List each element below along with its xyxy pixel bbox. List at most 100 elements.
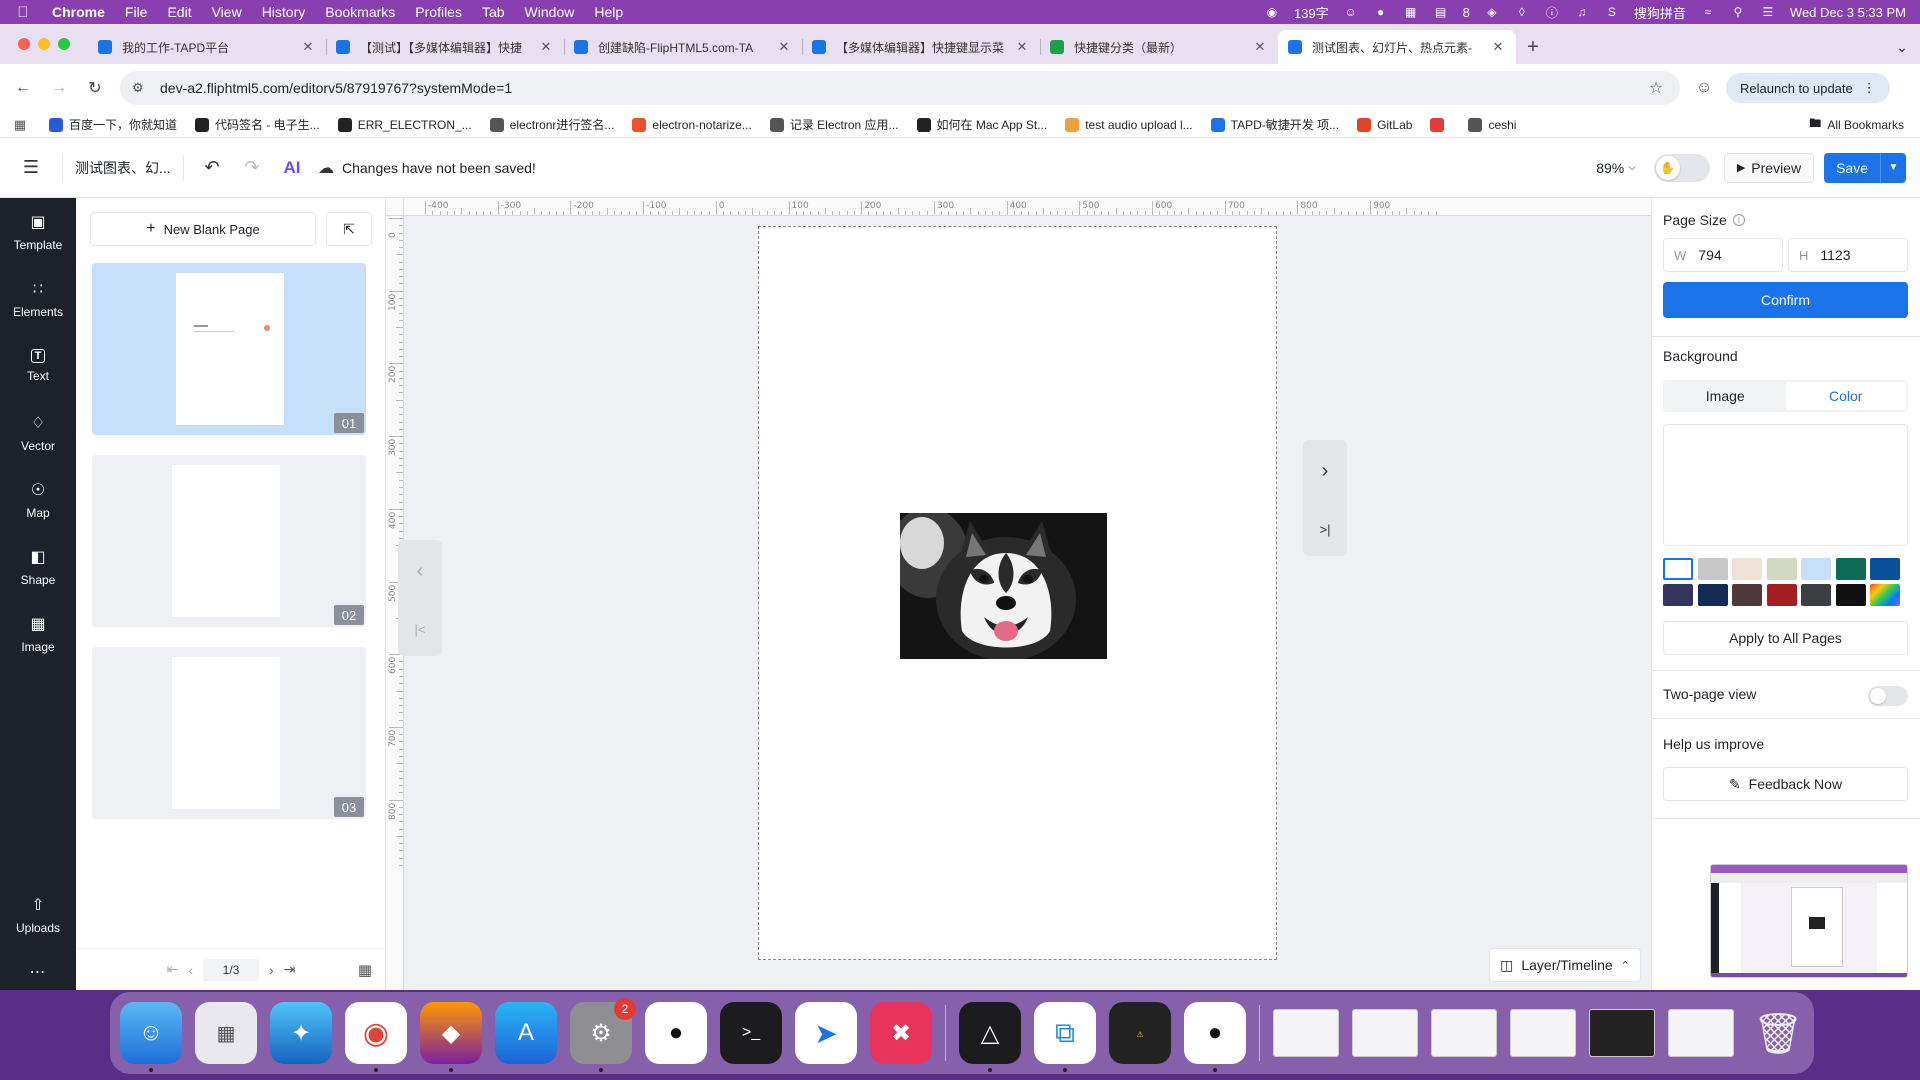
tab-close-icon[interactable]: ✕ [1252, 39, 1268, 55]
menu-view[interactable]: View [202, 4, 252, 20]
redo-button[interactable]: ↷ [232, 152, 272, 184]
minimized-window[interactable] [1668, 1009, 1734, 1057]
bookmark-item[interactable]: ERR_ELECTRON_... [329, 117, 481, 132]
browser-tab[interactable]: 快捷键分类（最新） ✕ [1040, 30, 1278, 64]
zoom-window-button[interactable] [58, 38, 70, 50]
bookmark-item[interactable]: 记录 Electron 应用... [761, 116, 908, 133]
bookmark-item[interactable]: 百度一下，你就知道 [40, 116, 186, 133]
zoom-select[interactable]: 89% ⌵ [1596, 160, 1636, 176]
menu-app-name[interactable]: Chrome [46, 4, 115, 20]
record-icon[interactable]: ◉ [1264, 5, 1280, 19]
tab-close-icon[interactable]: ✕ [1014, 39, 1030, 55]
rail-vector[interactable]: ♢ Vector [0, 399, 76, 466]
keyboard-icon[interactable]: ▦ [1403, 5, 1419, 19]
menu-window[interactable]: Window [515, 4, 585, 20]
last-page-icon[interactable]: ⇥ [284, 961, 296, 978]
browser-tab[interactable]: 【测试】【多媒体编辑器】快捷 ✕ [326, 30, 564, 64]
import-page-icon[interactable]: ⇱ [326, 212, 372, 246]
bookmark-item[interactable]: electron-notarize... [623, 117, 760, 132]
color-swatch[interactable] [1801, 558, 1831, 580]
hamburger-menu-icon[interactable]: ☰ [0, 157, 62, 178]
prev-page-icon[interactable]: ‹ [188, 962, 193, 978]
profile-icon[interactable]: ☺ [1688, 72, 1720, 104]
wifi-icon[interactable]: ≈ [1700, 5, 1716, 19]
prev-page-nav[interactable]: ‹ |< [398, 540, 442, 656]
two-page-view-toggle[interactable] [1868, 686, 1908, 706]
relaunch-button[interactable]: Relaunch to update ⋮ [1726, 73, 1890, 103]
trash-icon[interactable]: 🗑 [1747, 1002, 1809, 1064]
rail-shape[interactable]: ◧ Shape [0, 533, 76, 600]
menu-history[interactable]: History [252, 4, 316, 20]
layer-timeline-button[interactable]: ◫ Layer/Timeline ⌃ [1489, 948, 1641, 982]
new-blank-page-button[interactable]: + New Blank Page [90, 212, 316, 246]
document-title[interactable]: 测试图表、幻... [63, 158, 183, 178]
menu-profiles[interactable]: Profiles [405, 4, 472, 20]
close-window-button[interactable] [18, 38, 30, 50]
back-button[interactable]: ← [6, 71, 40, 105]
app-store-icon[interactable]: A [495, 1002, 557, 1064]
tab-color[interactable]: Color [1785, 382, 1906, 410]
vscode-icon[interactable]: ⧉ [1034, 1002, 1096, 1072]
apply-to-all-pages-button[interactable]: Apply to All Pages [1663, 621, 1908, 655]
color-swatch[interactable] [1835, 584, 1866, 606]
undo-button[interactable]: ↶ [192, 152, 232, 184]
save-button[interactable]: Save [1824, 153, 1880, 183]
color-swatch[interactable] [1870, 558, 1900, 580]
grid-status-icon[interactable]: ▤ [1433, 5, 1449, 19]
more-dots-icon[interactable]: ⋯ [0, 948, 76, 982]
page-thumbnail-1[interactable]: 01 [92, 263, 366, 435]
browser-tab[interactable]: 【多媒体编辑器】快捷键显示菜 ✕ [802, 30, 1040, 64]
minimized-window[interactable] [1273, 1009, 1339, 1057]
system-settings-icon[interactable]: ⚙ 2 [570, 998, 636, 1072]
info-status-icon[interactable]: ⓘ [1544, 5, 1560, 20]
all-bookmarks[interactable]: 🖿 All Bookmarks [1809, 114, 1920, 135]
next-page-nav[interactable]: › >| [1303, 440, 1347, 556]
rail-map[interactable]: ☉ Map [0, 466, 76, 533]
mic-icon[interactable]: ● [1373, 5, 1389, 19]
page-thumbnail-3[interactable]: 03 [92, 647, 366, 819]
url-text[interactable]: dev-a2.fliphtml5.com/editorv5/87919767?s… [154, 80, 1644, 96]
preview-button[interactable]: ▶ Preview [1723, 152, 1815, 183]
layers-icon[interactable]: ◊ [1514, 5, 1530, 19]
tab-search-icon[interactable]: ⌄ [1884, 30, 1920, 64]
qq-icon[interactable]: ● [1184, 1002, 1246, 1072]
bookmark-item[interactable]: 代码签名 - 电子生... [186, 116, 329, 133]
console-icon[interactable]: ⚠ [1109, 1002, 1171, 1064]
spotlight-icon[interactable]: ⚲ [1730, 5, 1746, 19]
forward-button[interactable]: → [42, 71, 76, 105]
bookmark-item[interactable]: TAPD-敏捷开发 项... [1202, 116, 1348, 133]
page-canvas[interactable] [758, 226, 1277, 960]
screenshot-thumbnail[interactable] [1710, 864, 1908, 978]
husky-image[interactable] [900, 513, 1107, 659]
minimized-window[interactable] [1352, 1009, 1418, 1057]
tab-close-icon[interactable]: ✕ [300, 39, 316, 55]
rail-text[interactable]: T Text [0, 332, 76, 399]
color-swatch[interactable] [1801, 584, 1831, 606]
rail-image[interactable]: ▦ Image [0, 600, 76, 667]
chrome-icon[interactable]: ◉ [345, 1002, 407, 1072]
tab-image[interactable]: Image [1665, 382, 1786, 410]
menu-edit[interactable]: Edit [157, 4, 201, 20]
apple-icon[interactable]:  [0, 4, 46, 21]
color-swatch[interactable] [1697, 558, 1728, 580]
bookmark-item[interactable]: 如何在 Mac App St... [908, 116, 1057, 133]
page-thumbnail-2[interactable]: 02 [92, 455, 366, 627]
page-indicator[interactable]: 1/3 [203, 958, 259, 981]
minimized-window[interactable] [1510, 1009, 1576, 1057]
grid-view-icon[interactable]: ▦ [358, 961, 372, 979]
bookmark-item[interactable]: electronr进行签名... [481, 116, 624, 133]
confirm-button[interactable]: Confirm [1663, 282, 1908, 318]
reload-button[interactable]: ↻ [78, 71, 112, 105]
tab-close-icon[interactable]: ✕ [1490, 39, 1506, 55]
color-swatch[interactable] [1870, 584, 1900, 606]
browser-tab[interactable]: 创建缺陷-FlipHTML5.com-TA ✕ [564, 30, 802, 64]
emoji-icon[interactable]: ☺ [1343, 5, 1359, 19]
first-page-icon[interactable]: ⇤ [167, 961, 179, 978]
clock[interactable]: Wed Dec 3 5:33 PM [1790, 5, 1906, 20]
ai-assistant-icon[interactable]: AI [272, 152, 312, 184]
menu-tab[interactable]: Tab [472, 4, 515, 20]
bookmark-item[interactable] [1421, 117, 1459, 132]
menu-help[interactable]: Help [584, 4, 633, 20]
browser-tab[interactable]: 测试图表、幻灯片、热点元素- ✕ [1278, 30, 1516, 64]
tab-close-icon[interactable]: ✕ [776, 39, 792, 55]
